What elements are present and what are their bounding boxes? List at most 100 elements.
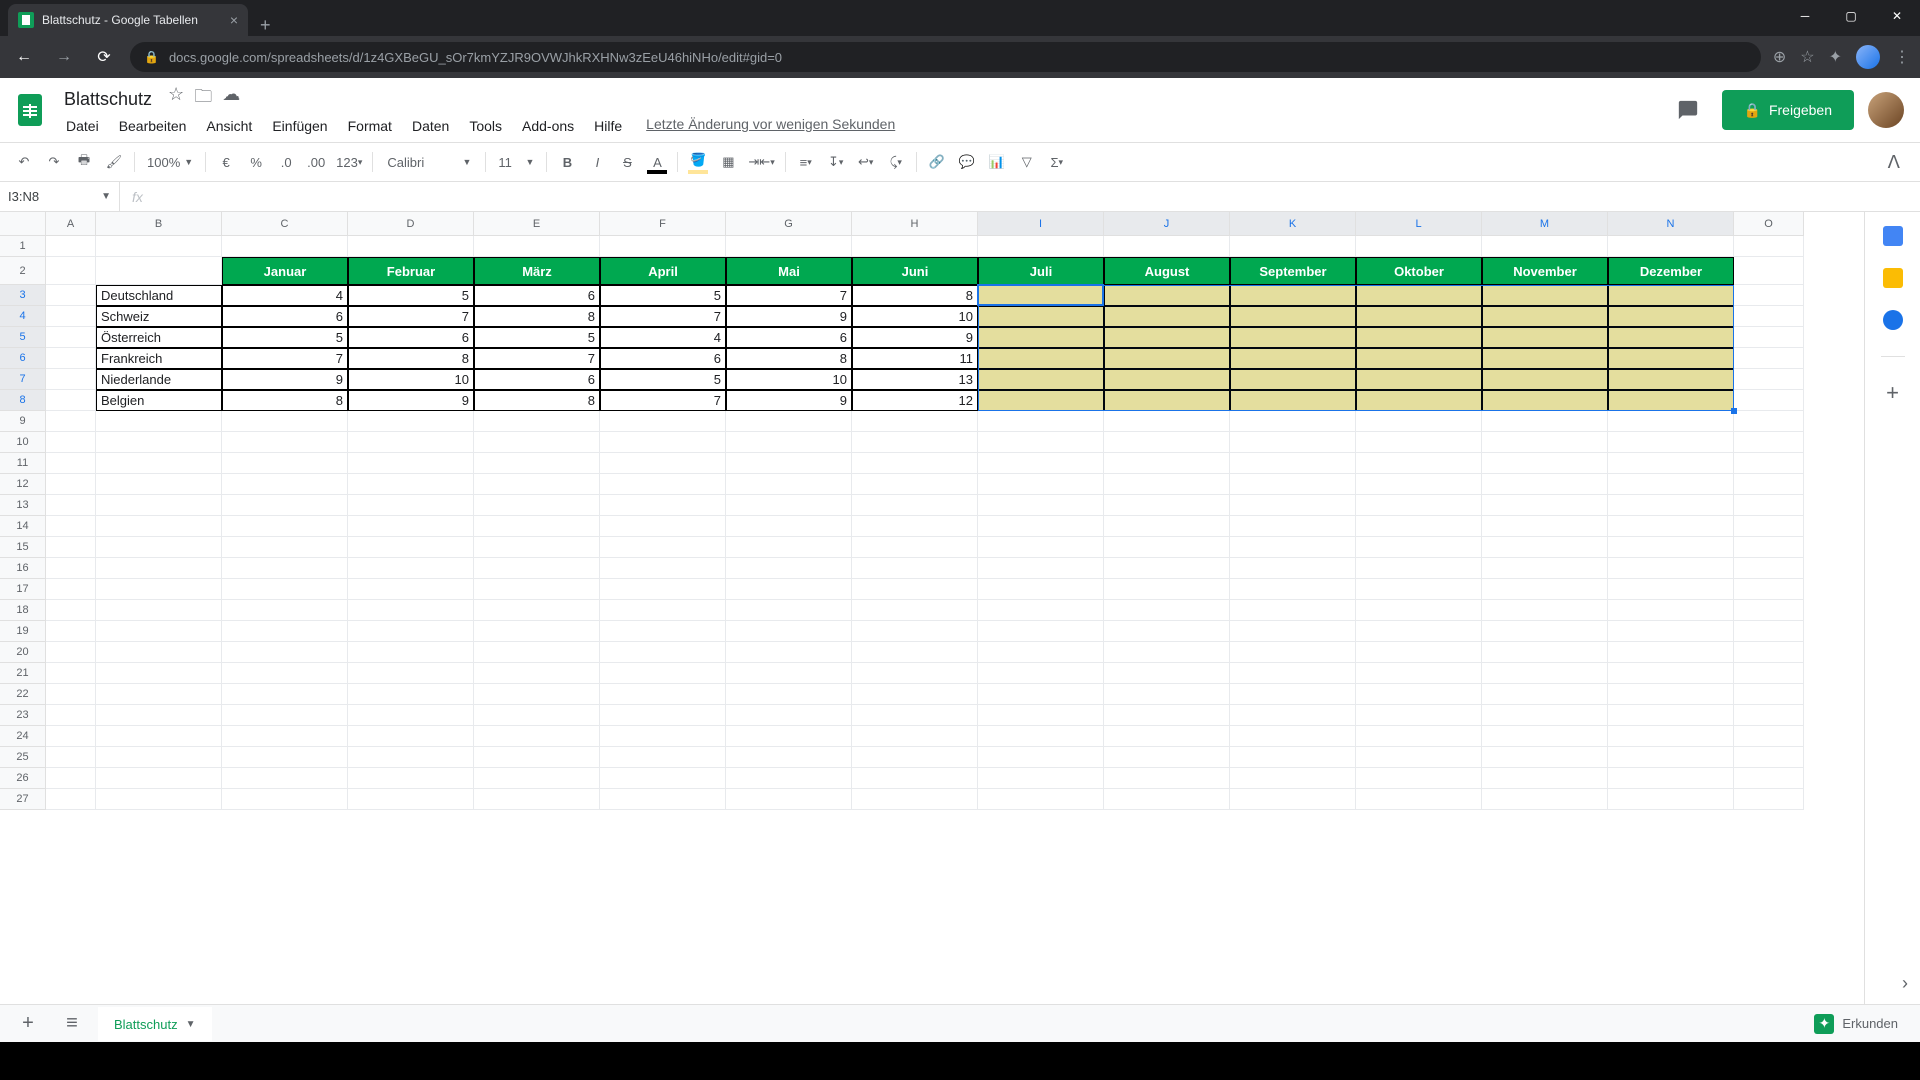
text-rotation-button[interactable]: ⤹▾ xyxy=(882,148,910,176)
cell-D11[interactable] xyxy=(348,453,474,474)
cell-D1[interactable] xyxy=(348,236,474,257)
cell-J10[interactable] xyxy=(1104,432,1230,453)
cell-L25[interactable] xyxy=(1356,747,1482,768)
row-header-27[interactable]: 27 xyxy=(0,789,46,810)
cell-N4[interactable] xyxy=(1608,306,1734,327)
cell-E21[interactable] xyxy=(474,663,600,684)
menu-tools[interactable]: Tools xyxy=(461,116,510,136)
cell-E15[interactable] xyxy=(474,537,600,558)
cell-H24[interactable] xyxy=(852,726,978,747)
cell-N20[interactable] xyxy=(1608,642,1734,663)
cell-H3[interactable]: 8 xyxy=(852,285,978,306)
cell-J20[interactable] xyxy=(1104,642,1230,663)
cell-I15[interactable] xyxy=(978,537,1104,558)
cell-N8[interactable] xyxy=(1608,390,1734,411)
cell-G10[interactable] xyxy=(726,432,852,453)
cell-D16[interactable] xyxy=(348,558,474,579)
cell-N23[interactable] xyxy=(1608,705,1734,726)
cell-F23[interactable] xyxy=(600,705,726,726)
cell-J4[interactable] xyxy=(1104,306,1230,327)
row-header-18[interactable]: 18 xyxy=(0,600,46,621)
cell-N1[interactable] xyxy=(1608,236,1734,257)
cell-B11[interactable] xyxy=(96,453,222,474)
cell-G3[interactable]: 7 xyxy=(726,285,852,306)
cell-H15[interactable] xyxy=(852,537,978,558)
cell-B10[interactable] xyxy=(96,432,222,453)
cell-M8[interactable] xyxy=(1482,390,1608,411)
cell-E23[interactable] xyxy=(474,705,600,726)
cell-E13[interactable] xyxy=(474,495,600,516)
cell-O1[interactable] xyxy=(1734,236,1804,257)
cell-J22[interactable] xyxy=(1104,684,1230,705)
cell-M22[interactable] xyxy=(1482,684,1608,705)
cell-J25[interactable] xyxy=(1104,747,1230,768)
cell-E24[interactable] xyxy=(474,726,600,747)
window-close-button[interactable]: ✕ xyxy=(1874,0,1920,32)
cell-L23[interactable] xyxy=(1356,705,1482,726)
cell-N26[interactable] xyxy=(1608,768,1734,789)
cell-J26[interactable] xyxy=(1104,768,1230,789)
cell-D2[interactable]: Februar xyxy=(348,257,474,285)
cell-E2[interactable]: März xyxy=(474,257,600,285)
cell-D22[interactable] xyxy=(348,684,474,705)
row-header-1[interactable]: 1 xyxy=(0,236,46,257)
cell-F2[interactable]: April xyxy=(600,257,726,285)
cell-N9[interactable] xyxy=(1608,411,1734,432)
cell-N6[interactable] xyxy=(1608,348,1734,369)
cell-L27[interactable] xyxy=(1356,789,1482,810)
cell-L13[interactable] xyxy=(1356,495,1482,516)
column-header-H[interactable]: H xyxy=(852,212,978,236)
cell-C24[interactable] xyxy=(222,726,348,747)
cell-C23[interactable] xyxy=(222,705,348,726)
font-select[interactable]: Calibri▼ xyxy=(379,148,479,176)
borders-button[interactable]: ▦ xyxy=(714,148,742,176)
cell-N18[interactable] xyxy=(1608,600,1734,621)
vertical-align-button[interactable]: ↧▾ xyxy=(822,148,850,176)
row-header-13[interactable]: 13 xyxy=(0,495,46,516)
cell-F24[interactable] xyxy=(600,726,726,747)
cell-H2[interactable]: Juni xyxy=(852,257,978,285)
browser-profile-avatar[interactable] xyxy=(1856,45,1880,69)
cell-K17[interactable] xyxy=(1230,579,1356,600)
cell-C27[interactable] xyxy=(222,789,348,810)
row-header-2[interactable]: 2 xyxy=(0,257,46,285)
row-header-19[interactable]: 19 xyxy=(0,621,46,642)
cell-F27[interactable] xyxy=(600,789,726,810)
column-header-N[interactable]: N xyxy=(1608,212,1734,236)
insert-chart-button[interactable]: 📊 xyxy=(983,148,1011,176)
cell-E27[interactable] xyxy=(474,789,600,810)
cell-I22[interactable] xyxy=(978,684,1104,705)
cell-D4[interactable]: 7 xyxy=(348,306,474,327)
cell-E19[interactable] xyxy=(474,621,600,642)
cell-N17[interactable] xyxy=(1608,579,1734,600)
cell-C2[interactable]: Januar xyxy=(222,257,348,285)
cell-L7[interactable] xyxy=(1356,369,1482,390)
cell-I7[interactable] xyxy=(978,369,1104,390)
cell-B21[interactable] xyxy=(96,663,222,684)
cell-A24[interactable] xyxy=(46,726,96,747)
cell-B8[interactable]: Belgien xyxy=(96,390,222,411)
cell-A10[interactable] xyxy=(46,432,96,453)
cell-E6[interactable]: 7 xyxy=(474,348,600,369)
cell-L12[interactable] xyxy=(1356,474,1482,495)
cell-J7[interactable] xyxy=(1104,369,1230,390)
collapse-toolbar-button[interactable]: ᐱ xyxy=(1878,152,1910,173)
cell-I26[interactable] xyxy=(978,768,1104,789)
format-percent-button[interactable]: % xyxy=(242,148,270,176)
cell-H8[interactable]: 12 xyxy=(852,390,978,411)
cell-F13[interactable] xyxy=(600,495,726,516)
side-panel-toggle[interactable]: › xyxy=(1902,973,1908,994)
cell-E5[interactable]: 5 xyxy=(474,327,600,348)
cell-N14[interactable] xyxy=(1608,516,1734,537)
cell-H19[interactable] xyxy=(852,621,978,642)
cell-G24[interactable] xyxy=(726,726,852,747)
cell-H10[interactable] xyxy=(852,432,978,453)
cell-K2[interactable]: September xyxy=(1230,257,1356,285)
cell-E3[interactable]: 6 xyxy=(474,285,600,306)
cell-F17[interactable] xyxy=(600,579,726,600)
cell-F6[interactable]: 6 xyxy=(600,348,726,369)
filter-button[interactable]: ▽ xyxy=(1013,148,1041,176)
cell-A23[interactable] xyxy=(46,705,96,726)
cell-C1[interactable] xyxy=(222,236,348,257)
cell-E1[interactable] xyxy=(474,236,600,257)
